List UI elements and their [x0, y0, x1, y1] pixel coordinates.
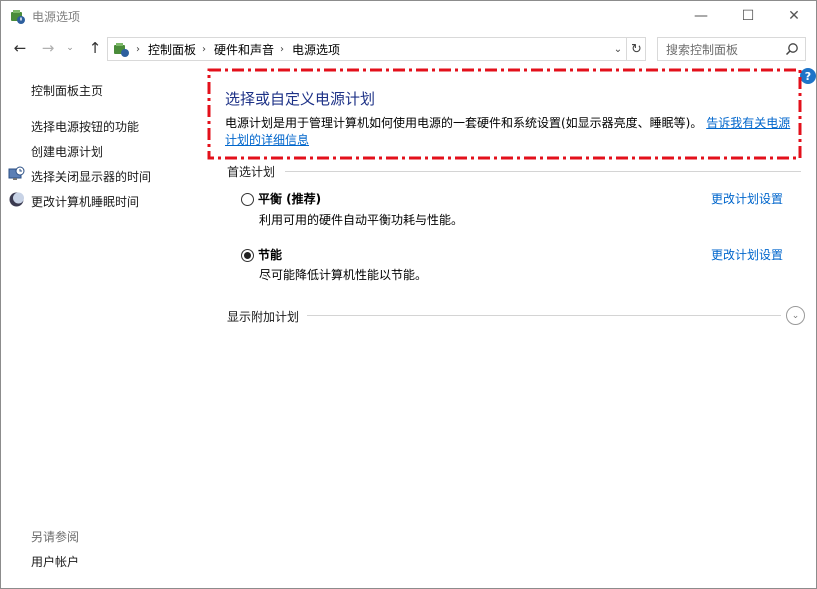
breadcrumb-hardware-sound[interactable]: 硬件和声音 [214, 41, 274, 58]
search-placeholder: 搜索控制面板 [666, 42, 739, 57]
address-bar[interactable]: › 控制面板 › 硬件和声音 › 电源选项 ⌄ ↻ [107, 37, 646, 61]
user-accounts-link[interactable]: 用户帐户 [31, 553, 79, 570]
window-title: 电源选项 [32, 10, 81, 24]
page-description: 电源计划是用于管理计算机如何使用电源的一套硬件和系统设置(如显示器亮度、睡眠等)… [225, 115, 801, 149]
search-icon [785, 43, 798, 56]
chevron-down-icon[interactable]: ⌄ [786, 306, 805, 325]
monitor-clock-icon [8, 166, 25, 180]
address-dropdown-button[interactable]: ⌄ [610, 38, 626, 60]
balanced-plan-name[interactable]: 平衡 (推荐) [258, 190, 321, 207]
control-panel-home-link[interactable]: 控制面板主页 [31, 82, 103, 99]
up-button[interactable]: ↑ [85, 38, 105, 58]
breadcrumb-separator: › [202, 43, 207, 55]
navigation-bar: ← → ⌄ ↑ › 控制面板 › 硬件和声音 › 电源选项 ⌄ ↻ 搜索控制面板 [1, 34, 816, 62]
power-options-window: 电源选项 — ☐ ✕ ← → ⌄ ↑ › 控制面板 › 硬件和声音 › 电源选项… [0, 0, 817, 589]
refresh-button[interactable]: ↻ [626, 38, 646, 60]
sidebar-item-sleep-time[interactable]: 更改计算机睡眠时间 [31, 193, 139, 210]
maximize-button[interactable]: ☐ [725, 1, 771, 31]
power-saver-plan-name[interactable]: 节能 [258, 246, 282, 263]
page-title: 选择或自定义电源计划 [225, 90, 376, 108]
section-divider [307, 315, 781, 316]
section-divider [285, 171, 801, 172]
show-additional-plans-label[interactable]: 显示附加计划 [227, 308, 299, 325]
breadcrumb-power-options[interactable]: 电源选项 [292, 41, 340, 58]
control-panel-icon [114, 43, 129, 57]
sidebar-item-power-button-function[interactable]: 选择电源按钮的功能 [31, 118, 139, 135]
back-button[interactable]: ← [10, 38, 30, 58]
balanced-change-settings-link[interactable]: 更改计划设置 [711, 190, 783, 207]
sidebar-item-display-off-time[interactable]: 选择关闭显示器的时间 [31, 168, 151, 185]
see-also-heading: 另请参阅 [31, 530, 80, 544]
power-saver-plan-description: 尽可能降低计算机性能以节能。 [259, 268, 428, 282]
minimize-button[interactable]: — [678, 1, 724, 31]
moon-icon [9, 192, 24, 207]
power-saver-plan-radio[interactable] [241, 249, 254, 262]
breadcrumb-control-panel[interactable]: 控制面板 [148, 41, 196, 58]
close-button[interactable]: ✕ [771, 1, 817, 31]
balanced-plan-radio[interactable] [241, 193, 254, 206]
breadcrumb-separator: › [280, 43, 285, 55]
search-input[interactable]: 搜索控制面板 [657, 37, 806, 61]
power-saver-change-settings-link[interactable]: 更改计划设置 [711, 246, 783, 263]
power-options-icon [11, 10, 25, 24]
recent-locations-button[interactable]: ⌄ [63, 38, 77, 58]
forward-button[interactable]: → [38, 38, 58, 58]
breadcrumb-separator: › [136, 43, 140, 55]
balanced-plan-description: 利用可用的硬件自动平衡功耗与性能。 [259, 213, 464, 227]
sidebar-item-create-power-plan[interactable]: 创建电源计划 [31, 143, 103, 160]
title-bar: 电源选项 — ☐ ✕ [1, 1, 816, 31]
left-navigation-pane: 控制面板主页 选择电源按钮的功能 创建电源计划 选择关闭显示器的时间 更改计算机… [1, 71, 201, 581]
preferred-plans-label: 首选计划 [227, 165, 276, 179]
description-text: 电源计划是用于管理计算机如何使用电源的一套硬件和系统设置(如显示器亮度、睡眠等)… [225, 116, 703, 130]
